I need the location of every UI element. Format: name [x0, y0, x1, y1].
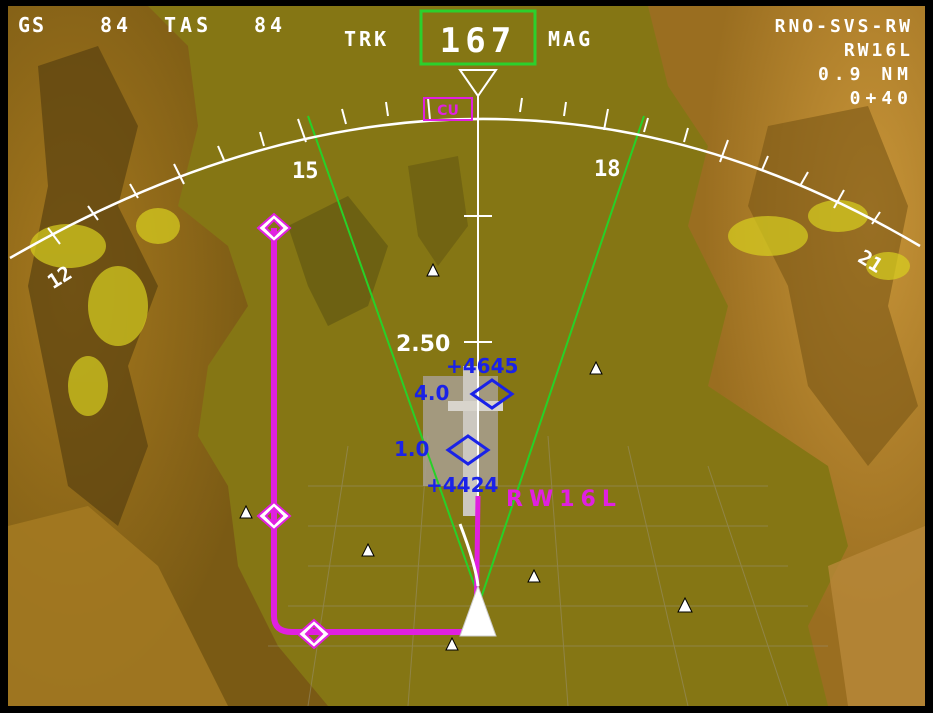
target-box-label: CU [437, 103, 459, 119]
destination-label: RNO-SVS-RW [775, 16, 913, 37]
trk-label: TRK [344, 27, 389, 51]
scale-value-label: 2.50 [396, 332, 450, 357]
heading-value: 167 [440, 21, 516, 61]
tas-label: TAS [164, 13, 212, 37]
gs-value: 84 [100, 13, 132, 37]
altitude-top-label: +4645 [446, 354, 518, 378]
compass-label-15: 15 [292, 159, 319, 184]
tas-value: 84 [254, 13, 286, 37]
altitude-bottom-label: +4424 [426, 473, 498, 497]
range-1-label: 1.0 [394, 437, 429, 461]
distance-label: 0.9 NM [818, 64, 913, 85]
compass-label-18: 18 [594, 157, 621, 182]
svs-canvas: 15 18 12 21 CU 2.50 +4645 4.0 1.0 +4424 … [8, 6, 925, 706]
mag-label: MAG [548, 27, 593, 51]
gs-label: GS [18, 13, 46, 37]
range-4-label: 4.0 [414, 381, 449, 405]
runway-label: RW16L [506, 487, 622, 512]
eta-label: 0+40 [850, 88, 913, 109]
synthetic-vision-display: 15 18 12 21 CU 2.50 +4645 4.0 1.0 +4424 … [8, 6, 925, 706]
runway-id-label: RW16L [844, 40, 913, 61]
